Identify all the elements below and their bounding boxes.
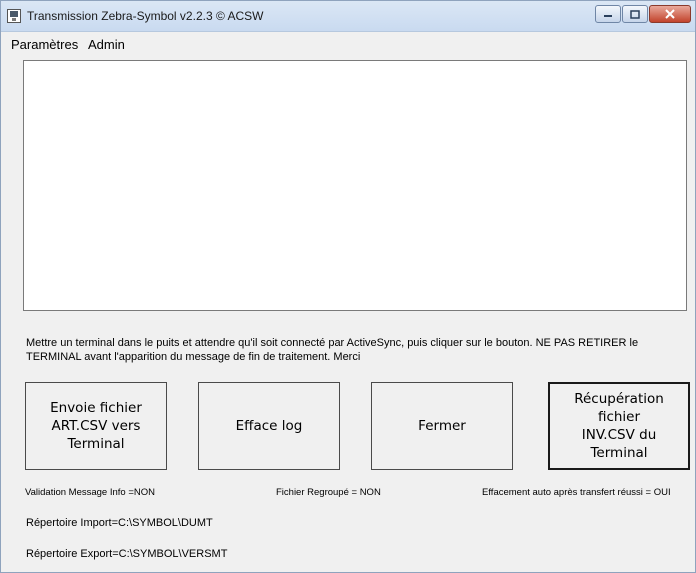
close-button[interactable]: Fermer (371, 382, 513, 470)
minimize-button[interactable] (595, 5, 621, 23)
import-directory: Répertoire Import=C:\SYMBOL\DUMT (26, 517, 213, 529)
validation-status: Validation Message Info =NON (25, 487, 155, 498)
minimize-icon (604, 15, 612, 17)
menu-bar: Paramètres Admin (1, 32, 695, 54)
maximize-button[interactable] (622, 5, 648, 23)
instruction-text: Mettre un terminal dans le puits et atte… (26, 337, 639, 363)
log-textbox[interactable] (23, 60, 687, 311)
menu-parametres[interactable]: Paramètres (11, 37, 78, 52)
maximize-icon (630, 9, 640, 19)
title-bar[interactable]: Transmission Zebra-Symbol v2.2.3 © ACSW (1, 1, 695, 32)
send-art-csv-button[interactable]: Envoie fichier ART.CSV vers Terminal (25, 382, 167, 470)
export-directory: Répertoire Export=C:\SYMBOL\VERSMT (26, 548, 228, 560)
auto-delete-status: Effacement auto après transfert réussi =… (482, 487, 671, 498)
clear-log-button[interactable]: Efface log (198, 382, 340, 470)
app-icon[interactable] (7, 9, 21, 23)
close-icon (665, 9, 675, 19)
retrieve-inv-csv-button[interactable]: Récupération fichier INV.CSV du Terminal (548, 382, 690, 470)
menu-admin[interactable]: Admin (88, 37, 125, 52)
window-controls (594, 5, 691, 23)
grouped-file-status: Fichier Regroupé = NON (276, 487, 381, 498)
app-window: Transmission Zebra-Symbol v2.2.3 © ACSW … (0, 0, 696, 573)
close-window-button[interactable] (649, 5, 691, 23)
window-title: Transmission Zebra-Symbol v2.2.3 © ACSW (27, 9, 264, 23)
